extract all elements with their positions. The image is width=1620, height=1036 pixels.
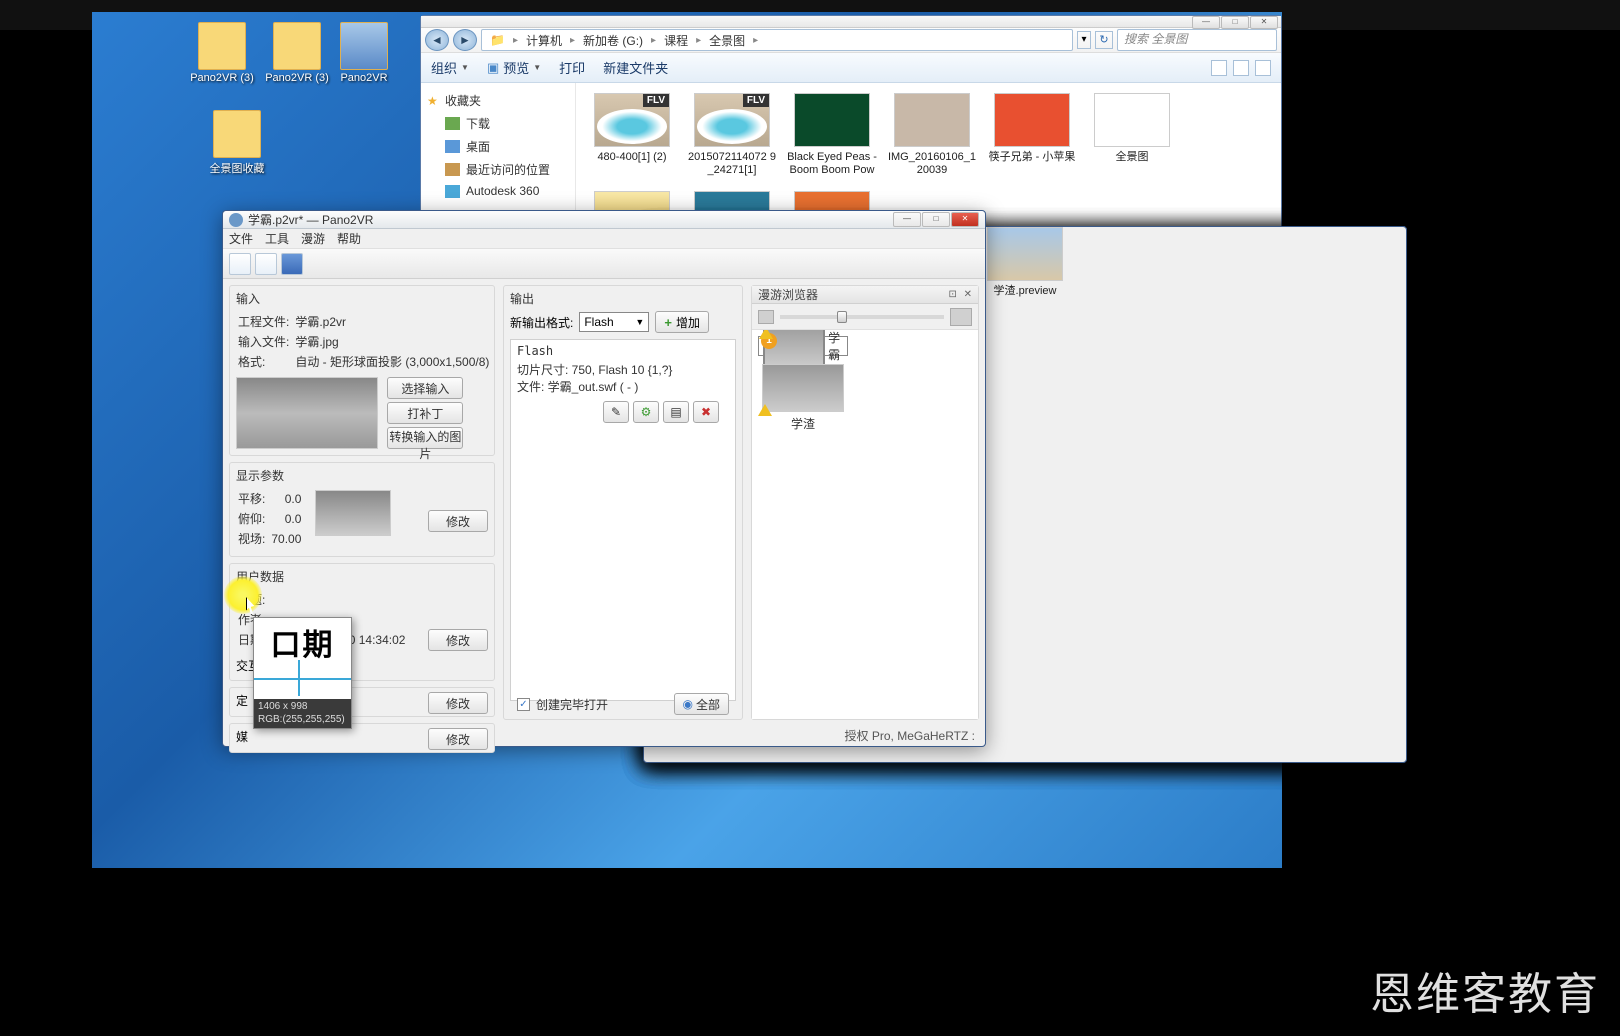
app-icon — [229, 213, 243, 227]
thumb-slider[interactable] — [752, 304, 978, 330]
pin-icon[interactable]: ⊡ — [948, 289, 956, 300]
modify-display-button[interactable]: 修改 — [428, 510, 488, 532]
menu-tour[interactable]: 漫游 — [301, 230, 325, 247]
nav-fwd-button[interactable]: ► — [453, 29, 477, 51]
watermark: 恩维客教育 — [1370, 958, 1600, 1022]
delete-icon[interactable]: ✖ — [693, 401, 719, 423]
file-item[interactable]: Black Eyed Peas - Boom Boom Pow — [786, 93, 878, 177]
modify-media-button[interactable]: 修改 — [428, 728, 488, 750]
explorer-titlebar[interactable]: — □ ✕ — [421, 16, 1281, 28]
close-icon[interactable]: ✕ — [964, 289, 972, 300]
patch-button[interactable]: 打补丁 — [387, 402, 463, 424]
input-group: 输入 工程文件:学霸.p2vr 输入文件:学霸.jpg 格式:自动 - 矩形球面… — [229, 285, 495, 456]
toolbar — [223, 249, 985, 279]
modify-hotspot-button[interactable]: 修改 — [428, 692, 488, 714]
all-button[interactable]: ◉全部 — [674, 693, 730, 715]
nav-back-button[interactable]: ◄ — [425, 29, 449, 51]
pane-button[interactable] — [1233, 60, 1249, 76]
newfmt-label: 新输出格式: — [510, 314, 573, 331]
select-input-button[interactable]: 选择输入 — [387, 377, 463, 399]
input-thumbnail — [236, 377, 378, 449]
file-item[interactable]: IMG_20160106_120039 — [886, 93, 978, 177]
desktop-icon[interactable]: Pano2VR (3) — [187, 22, 257, 84]
output-group: 输出 新输出格式: Flash▼ +增加 Flash 切片尺寸: 750, Fl… — [503, 285, 743, 720]
pano-statusbar: 授权 Pro, MeGaHeRTZ : — [845, 727, 975, 744]
nav-recent[interactable]: 最近访问的位置 — [425, 158, 571, 181]
file-item[interactable]: FLV2015072114072 9_24271[1] — [686, 93, 778, 177]
open-icon[interactable] — [255, 253, 277, 275]
organize-button[interactable]: 组织▼ — [431, 58, 469, 77]
dropdown-button[interactable]: ▾ — [1077, 31, 1091, 49]
tour-browser: 漫游浏览器 ⊡ ✕ 1 学霸 — [751, 285, 979, 720]
pano-titlebar[interactable]: 学霸.p2vr* — Pano2VR — □ ✕ — [223, 211, 985, 229]
file-icon[interactable]: ▤ — [663, 401, 689, 423]
close-button[interactable]: ✕ — [951, 212, 979, 227]
convert-button[interactable]: 转换输入的图片 — [387, 427, 463, 449]
edit-icon[interactable]: ✎ — [603, 401, 629, 423]
tour-node[interactable]: 学渣 — [758, 364, 848, 432]
file-item[interactable]: 筷子兄弟 - 小苹果 — [986, 93, 1078, 177]
explorer-toolbar: 组织▼ ▣预览▼ 打印 新建文件夹 — [421, 53, 1281, 83]
open-label: 创建完毕打开 — [536, 696, 608, 713]
print-button[interactable]: 打印 — [559, 58, 585, 77]
window-title: 学霸.p2vr* — Pano2VR — [248, 211, 373, 228]
tour-title: 漫游浏览器 — [758, 286, 818, 303]
open-checkbox[interactable]: ✓ — [517, 698, 530, 711]
settings-icon[interactable]: ⚙ — [633, 401, 659, 423]
desktop-icon[interactable]: 全景图收藏 — [202, 110, 272, 176]
warning-icon — [758, 404, 772, 416]
add-output-button[interactable]: +增加 — [655, 311, 709, 333]
output-list[interactable]: Flash 切片尺寸: 750, Flash 10 {1,?} 文件: 学霸_o… — [510, 339, 736, 701]
search-input[interactable]: 搜索 全景图 — [1117, 29, 1277, 51]
nav-favorites[interactable]: ★收藏夹 — [425, 89, 571, 112]
help-button[interactable] — [1255, 60, 1271, 76]
nav-downloads[interactable]: 下载 — [425, 112, 571, 135]
refresh-button[interactable]: ↻ — [1095, 31, 1113, 49]
maximize-button[interactable]: □ — [1221, 16, 1249, 29]
nav-desktop[interactable]: 桌面 — [425, 135, 571, 158]
breadcrumb[interactable]: 📁 ▸计算机 ▸新加卷 (G:) ▸课程 ▸全景图 ▸ — [481, 29, 1073, 51]
minimize-button[interactable]: — — [1192, 16, 1220, 29]
file-item[interactable]: FLV480-400[1] (2) — [586, 93, 678, 177]
format-select[interactable]: Flash▼ — [579, 312, 649, 332]
newfolder-button[interactable]: 新建文件夹 — [603, 58, 668, 77]
warning-icon — [759, 330, 773, 339]
small-thumb-icon — [758, 310, 774, 324]
maximize-button[interactable]: □ — [922, 212, 950, 227]
desktop-icon[interactable]: Pano2VR (3) — [262, 22, 332, 84]
desktop-icon[interactable]: Pano2VR — [329, 22, 399, 84]
display-group: 显示参数 平移:0.0 俯仰:0.0 视场:70.00 修改 — [229, 462, 495, 557]
save-icon[interactable] — [281, 253, 303, 275]
menubar: 文件 工具 漫游 帮助 — [223, 229, 985, 249]
close-button[interactable]: ✕ — [1250, 16, 1278, 29]
preview-button[interactable]: ▣预览▼ — [487, 58, 541, 77]
large-thumb-icon — [950, 308, 972, 326]
display-thumbnail — [315, 490, 391, 536]
zoom-lens: 口期 1406 x 998 RGB:(255,255,255) — [253, 617, 352, 729]
modify-userdata-button[interactable]: 修改 — [428, 629, 488, 651]
nav-a360[interactable]: Autodesk 360 — [425, 181, 571, 201]
new-icon[interactable] — [229, 253, 251, 275]
minimize-button[interactable]: — — [893, 212, 921, 227]
menu-tools[interactable]: 工具 — [265, 230, 289, 247]
menu-file[interactable]: 文件 — [229, 230, 253, 247]
menu-help[interactable]: 帮助 — [337, 230, 361, 247]
view-button[interactable] — [1211, 60, 1227, 76]
file-item[interactable]: 全景图 — [1086, 93, 1178, 177]
tour-node[interactable]: 1 学霸 — [758, 336, 848, 356]
